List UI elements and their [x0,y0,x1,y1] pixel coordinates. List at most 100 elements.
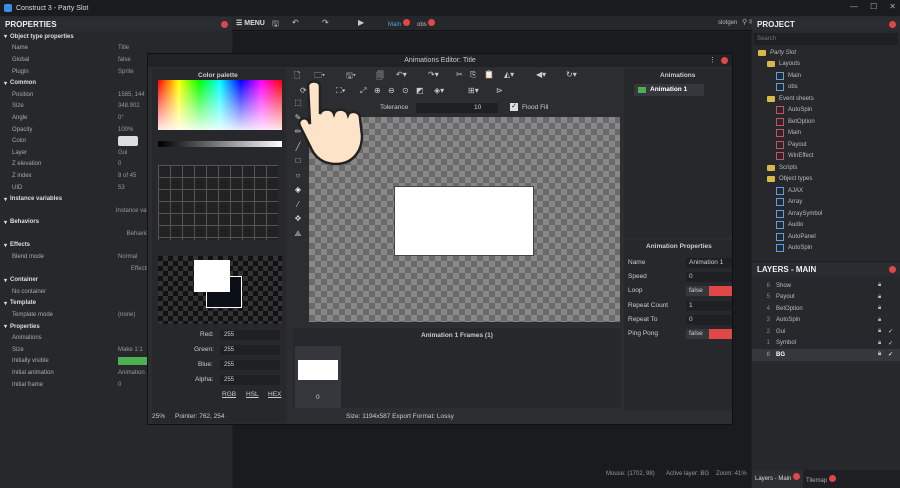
property-value[interactable]: false [118,57,131,63]
animation-property-value[interactable]: 0 [686,272,732,283]
zoom-out-icon[interactable]: ⊖ [388,86,395,95]
swatch-grid[interactable] [158,165,278,240]
layer-row[interactable]: 4 BetOption 🔒︎ [752,303,900,315]
collapse-icon[interactable]: ▾ [4,300,7,307]
animation-property-row[interactable]: Repeat To 0 [626,313,732,327]
project-tree-item[interactable]: Array [752,197,900,209]
paste-icon[interactable]: 📋 [484,70,494,79]
rotate-icon[interactable]: ↻▾ [566,70,577,79]
collapse-icon[interactable]: ▾ [4,33,7,40]
rgb-tab[interactable]: RGB [222,391,236,398]
lock-icon[interactable]: 🔒︎ [878,282,881,289]
lock-icon[interactable]: 🔒︎ [878,305,881,312]
frame-thumbnail[interactable]: 0 [295,346,341,408]
animation-property-value[interactable]: false [686,286,732,297]
property-section[interactable]: ▾ Object type properties [0,31,232,43]
tab-layers[interactable]: Layers - Main [752,470,804,488]
property-value[interactable]: 8 of 45 [118,173,136,179]
collapse-icon[interactable]: ▾ [4,277,7,284]
animation-list-item[interactable]: Animation 1 [634,84,704,96]
property-value[interactable]: Gui [118,150,127,156]
layer-row[interactable]: 0 BG 🔒︎ ✓ [752,349,900,361]
collapse-icon[interactable]: ▾ [4,219,7,226]
undo-icon[interactable]: ↶ [292,18,299,27]
project-tree-item[interactable]: Event sheets [752,93,900,105]
more-icon[interactable]: ⋮ [709,54,716,67]
project-tree-item[interactable]: Party Slot [752,47,900,59]
menu-button[interactable]: ☰ MENU [236,19,265,27]
project-tree-item[interactable]: Audio [752,220,900,232]
property-value[interactable]: 0° [118,115,124,121]
project-tree-item[interactable]: WinEffect [752,151,900,163]
user-name[interactable]: slotgen [718,20,737,26]
visible-check-icon[interactable]: ✓ [888,340,893,347]
save-icon[interactable]: 🖫 [272,18,279,32]
project-tree-item[interactable]: Payout [752,139,900,151]
layer-row[interactable]: 1 Symbol 🔒︎ ✓ [752,338,900,350]
tab-main[interactable]: Main [388,19,410,28]
project-tree-item[interactable]: AutoPanel [752,231,900,243]
project-tree-item[interactable]: Layouts [752,59,900,71]
project-tree-item[interactable]: Main [752,70,900,82]
property-value[interactable]: Make 1:1 [118,347,143,353]
close-icon[interactable]: ✕ [889,2,896,11]
property-value[interactable]: 1585, 144 [118,92,145,98]
project-tree-item[interactable]: Object types [752,174,900,186]
project-tree-item[interactable]: AJAX [752,185,900,197]
layer-row[interactable]: 2 Gui 🔒︎ ✓ [752,326,900,338]
fill-tool[interactable]: ◈ [291,183,305,198]
redo-icon[interactable]: ↷ [322,18,329,27]
ellipse-tool[interactable]: ○ [291,169,305,184]
background-toggle-icon[interactable]: ◩ [416,86,424,95]
lock-icon[interactable]: 🔒︎ [878,317,881,324]
grid-icon[interactable]: ⊞▾ [468,86,479,95]
animation-property-row[interactable]: Name Animation 1 [626,256,732,270]
play-icon[interactable]: ▶ [358,18,364,27]
primary-color-swatch[interactable] [194,260,230,292]
property-value[interactable]: Animation 1 [118,370,150,376]
close-icon[interactable] [889,20,896,28]
property-value[interactable]: (none) [118,312,135,318]
animation-property-value[interactable]: Animation 1 [686,258,732,268]
animation-property-row[interactable]: Speed 0 [626,270,732,284]
minimize-icon[interactable]: — [850,2,858,11]
close-icon[interactable] [221,20,228,28]
red-input[interactable]: 255 [220,330,280,340]
collapse-icon[interactable]: ▾ [4,242,7,249]
layer-row[interactable]: 5 Payout 🔒︎ [752,292,900,304]
color-spectrum[interactable] [158,80,282,130]
project-search[interactable]: Search [754,33,898,45]
animation-property-row[interactable]: Repeat Count 1 [626,299,732,313]
project-tree-item[interactable]: ArraySymbol [752,208,900,220]
animation-property-row[interactable]: Loop false [626,284,732,298]
brightness-slider[interactable] [158,141,282,147]
preview-play-icon[interactable]: ⊳ [496,86,503,95]
redo-icon[interactable]: ↷▾ [428,70,439,79]
project-tree-item[interactable]: Scripts [752,162,900,174]
lock-icon[interactable]: 🔒︎ [878,351,881,358]
copy-icon[interactable]: ⎘ [470,70,476,80]
collapse-icon[interactable]: ▾ [4,323,7,330]
animation-property-value[interactable]: false [686,328,732,339]
tab-obs[interactable]: obs [417,19,436,28]
visible-check-icon[interactable]: ✓ [888,351,893,358]
cut-icon[interactable]: ✂ [456,70,463,79]
tolerance-slider[interactable] [416,103,498,113]
lock-icon[interactable]: 🔒︎ [878,294,881,301]
maximize-icon[interactable]: ☐ [870,2,877,11]
hex-tab[interactable]: HEX [268,391,281,398]
project-tree-item[interactable]: Main [752,128,900,140]
animation-property-value[interactable]: 1 [686,300,732,311]
collapse-icon[interactable]: ▾ [4,196,7,203]
close-icon[interactable] [721,57,728,64]
property-value[interactable] [118,136,138,147]
close-icon[interactable] [889,265,896,273]
property-value[interactable]: 53 [118,185,125,191]
property-value[interactable]: 0 [118,161,121,167]
blue-input[interactable]: 255 [220,360,280,370]
undo-icon[interactable]: ↶▾ [396,70,407,79]
layer-row[interactable]: 6 Show 🔒︎ [752,280,900,292]
property-value[interactable]: 348.902 [118,103,140,109]
project-tree-item[interactable]: AutoSpin [752,105,900,117]
green-input[interactable]: 255 [220,345,280,355]
